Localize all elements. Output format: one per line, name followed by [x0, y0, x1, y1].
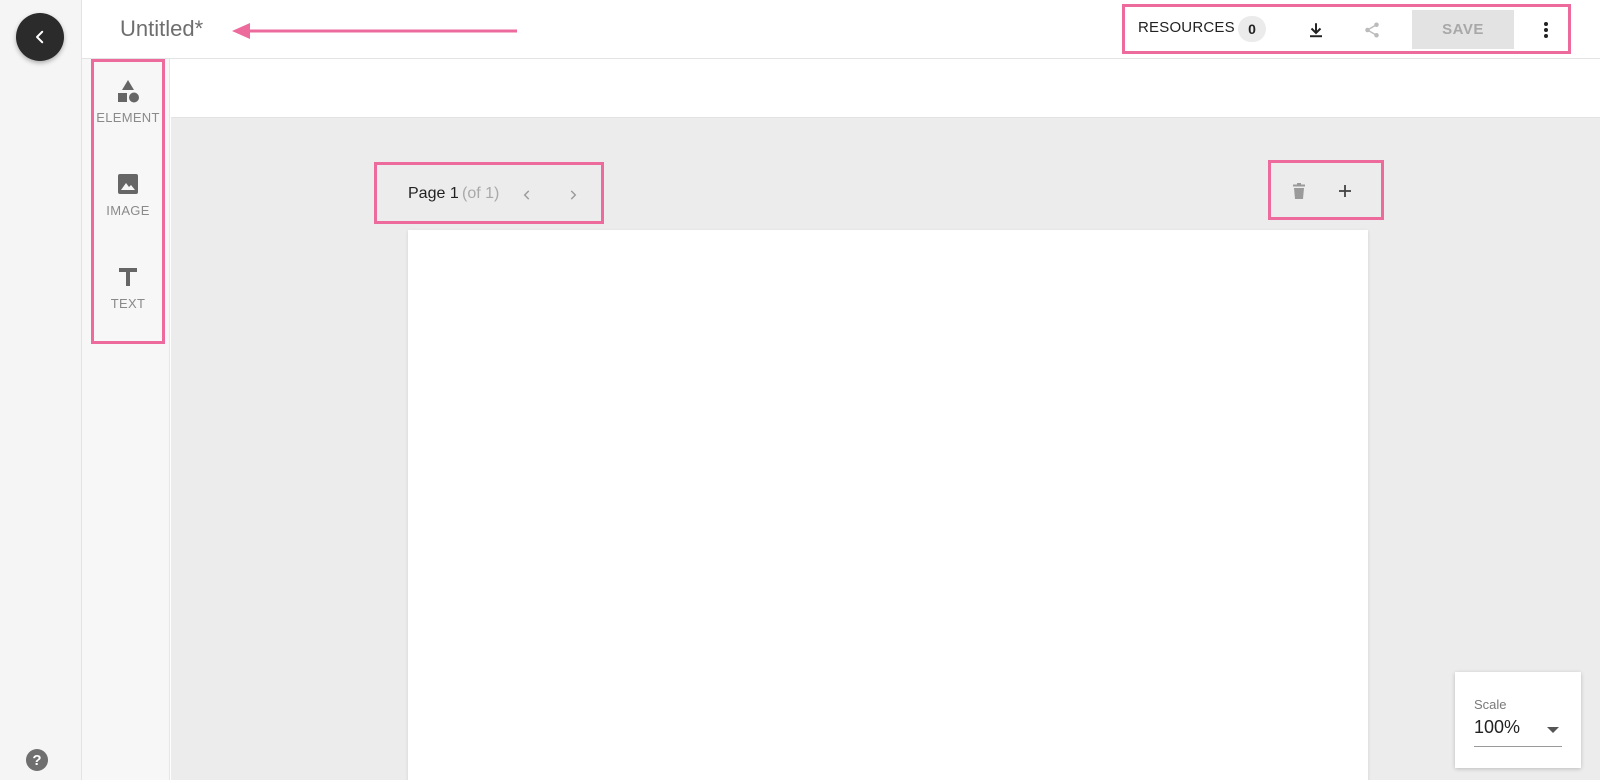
header-bar: Untitled* RESOURCES 0 SAVE [82, 0, 1600, 59]
tool-text-label: TEXT [110, 296, 146, 311]
add-page-icon[interactable] [1334, 180, 1356, 202]
tool-text[interactable]: TEXT [94, 264, 162, 344]
prev-page-icon[interactable] [516, 184, 538, 206]
app-root: ? Untitled* RESOURCES 0 SAVE ELEMENT IMA… [0, 0, 1600, 780]
delete-page-icon[interactable] [1288, 180, 1310, 202]
text-icon [115, 264, 141, 290]
chevron-left-icon [36, 30, 44, 44]
resources-count-badge: 0 [1238, 16, 1266, 42]
dropdown-caret-icon[interactable] [1547, 727, 1559, 733]
save-button[interactable]: SAVE [1412, 10, 1514, 49]
back-button[interactable] [16, 13, 64, 61]
tool-group: ELEMENT IMAGE TEXT [91, 59, 165, 344]
tool-element[interactable]: ELEMENT [94, 78, 162, 158]
page-canvas[interactable] [408, 230, 1368, 780]
more-vertical-icon[interactable] [1535, 19, 1557, 41]
scale-value[interactable]: 100% [1474, 717, 1520, 738]
scale-label: Scale [1474, 697, 1507, 712]
share-icon[interactable] [1361, 19, 1383, 41]
next-page-icon[interactable] [562, 184, 584, 206]
resources-button[interactable]: RESOURCES [1138, 19, 1235, 36]
left-rail: ? [0, 0, 82, 780]
help-icon[interactable]: ? [26, 749, 48, 771]
image-icon [115, 171, 141, 197]
tool-panel: ELEMENT IMAGE TEXT [82, 59, 170, 780]
tool-image-label: IMAGE [106, 203, 150, 218]
scale-underline [1474, 746, 1562, 747]
toolbar-group: RESOURCES 0 SAVE [1122, 4, 1571, 54]
tool-image[interactable]: IMAGE [94, 171, 162, 251]
tool-element-label: ELEMENT [96, 110, 160, 125]
annotation-arrow-icon [232, 23, 517, 39]
secondary-bar [171, 59, 1600, 118]
page-label: Page 1 [408, 185, 459, 202]
shapes-icon [115, 78, 141, 104]
page-actions [1268, 160, 1384, 220]
download-icon[interactable] [1305, 19, 1327, 41]
scale-selector[interactable]: Scale 100% [1455, 672, 1581, 768]
canvas-area: Page 1 (of 1) [171, 118, 1600, 780]
page-navigation: Page 1 (of 1) [374, 162, 604, 224]
document-title[interactable]: Untitled* [120, 16, 203, 42]
page-count: (of 1) [462, 185, 500, 202]
